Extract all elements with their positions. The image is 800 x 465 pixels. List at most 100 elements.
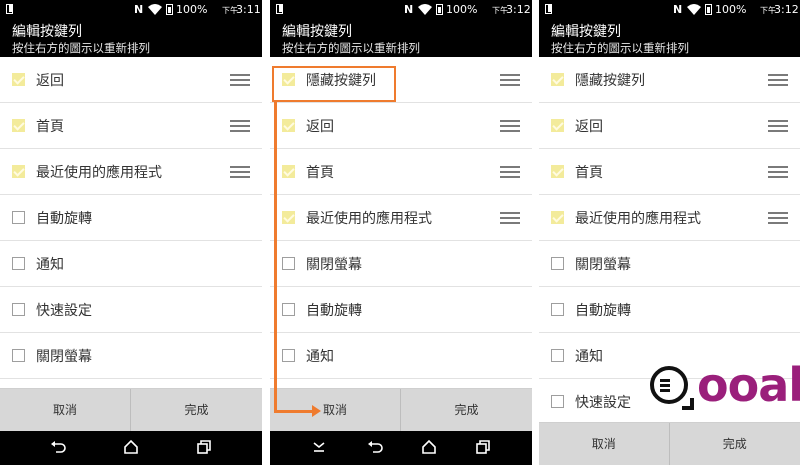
hide-navbar-icon[interactable]	[311, 439, 327, 455]
drag-handle-icon[interactable]	[768, 74, 788, 86]
drag-handle-icon[interactable]	[230, 166, 250, 178]
recents-icon[interactable]	[196, 439, 212, 455]
screen-panel-1: N 100% 下午 3:11 編輯按鍵列 按住右方的圖示以重新排列 返回首頁最近…	[0, 0, 262, 465]
list-item[interactable]: 返回	[270, 103, 532, 149]
list-item[interactable]: 最近使用的應用程式	[539, 195, 800, 241]
checkbox[interactable]	[282, 119, 295, 132]
back-icon[interactable]	[50, 439, 66, 455]
done-button[interactable]: 完成	[670, 423, 800, 465]
list-item[interactable]: 關閉螢幕	[539, 241, 800, 287]
page-subtitle: 按住右方的圖示以重新排列	[12, 41, 150, 55]
drag-handle-icon[interactable]	[500, 74, 520, 86]
drag-handle-icon[interactable]	[500, 120, 520, 132]
list-item[interactable]: 首頁	[270, 149, 532, 195]
list-item[interactable]: 最近使用的應用程式	[270, 195, 532, 241]
page-subtitle: 按住右方的圖示以重新排列	[551, 41, 689, 55]
status-bar: N 100% 下午 3:12	[270, 0, 532, 20]
done-button[interactable]: 完成	[401, 389, 532, 431]
checkbox[interactable]	[551, 73, 564, 86]
list-item[interactable]: 關閉螢幕	[270, 241, 532, 287]
checkbox[interactable]	[551, 211, 564, 224]
cancel-button[interactable]: 取消	[539, 423, 670, 465]
list-item-label: 隱藏按鍵列	[575, 73, 645, 89]
checkbox[interactable]	[551, 303, 564, 316]
battery-percent: 100%	[176, 3, 208, 16]
drag-handle-icon[interactable]	[768, 212, 788, 224]
done-button[interactable]: 完成	[131, 389, 262, 431]
page-title: 編輯按鍵列	[282, 24, 352, 40]
list-item-label: 通知	[36, 257, 64, 273]
sim-icon	[6, 4, 13, 14]
list-item[interactable]: 最近使用的應用程式	[0, 149, 262, 195]
checkbox[interactable]	[551, 349, 564, 362]
drag-handle-icon[interactable]	[768, 166, 788, 178]
list-item[interactable]: 返回	[539, 103, 800, 149]
checkbox[interactable]	[282, 303, 295, 316]
home-icon[interactable]	[123, 439, 139, 455]
list-item-label: 關閉螢幕	[36, 349, 92, 365]
checkbox[interactable]	[12, 349, 25, 362]
list-item-label: 返回	[575, 119, 603, 135]
list-item[interactable]: 關閉螢幕	[0, 333, 262, 379]
drag-handle-icon[interactable]	[500, 166, 520, 178]
list-item-label: 通知	[306, 349, 334, 365]
list-item[interactable]: 自動旋轉	[270, 287, 532, 333]
panel-divider	[262, 0, 270, 465]
checkbox[interactable]	[12, 119, 25, 132]
list-item-label: 首頁	[36, 119, 64, 135]
list-item[interactable]: 返回	[0, 57, 262, 103]
checkbox[interactable]	[282, 211, 295, 224]
list-item[interactable]: 自動旋轉	[539, 287, 800, 333]
checkbox[interactable]	[12, 303, 25, 316]
list-item[interactable]: 自動旋轉	[0, 195, 262, 241]
action-bar: 取消 完成	[539, 422, 800, 465]
checkbox[interactable]	[551, 257, 564, 270]
action-bar: 取消 完成	[0, 388, 262, 431]
list-item-label: 返回	[306, 119, 334, 135]
annotation-arrow-line	[274, 101, 277, 412]
list-item-label: 通知	[575, 349, 603, 365]
checkbox[interactable]	[282, 257, 295, 270]
checkbox[interactable]	[551, 395, 564, 408]
cancel-button[interactable]: 取消	[0, 389, 131, 431]
navigation-bar	[270, 431, 532, 465]
recents-icon[interactable]	[475, 439, 491, 455]
checkbox[interactable]	[12, 165, 25, 178]
drag-handle-icon[interactable]	[768, 120, 788, 132]
page-title: 編輯按鍵列	[12, 24, 82, 40]
status-bar: N 100% 下午 3:11	[0, 0, 262, 20]
clock: 3:11	[236, 3, 261, 16]
list-item[interactable]: 首頁	[0, 103, 262, 149]
navbar-button-list: 返回首頁最近使用的應用程式自動旋轉通知快速設定關閉螢幕	[0, 57, 262, 379]
list-item[interactable]: 通知	[270, 333, 532, 379]
list-item[interactable]: 首頁	[539, 149, 800, 195]
checkbox[interactable]	[12, 257, 25, 270]
list-item[interactable]: 隱藏按鍵列	[539, 57, 800, 103]
nfc-icon: N	[673, 3, 683, 16]
list-item-label: 自動旋轉	[36, 211, 92, 227]
checkbox[interactable]	[551, 165, 564, 178]
home-icon[interactable]	[421, 439, 437, 455]
checkbox[interactable]	[12, 73, 25, 86]
list-item-label: 首頁	[306, 165, 334, 181]
list-item-label: 自動旋轉	[306, 303, 362, 319]
drag-handle-icon[interactable]	[500, 212, 520, 224]
wifi-icon	[148, 4, 162, 15]
battery-percent: 100%	[715, 3, 747, 16]
list-item-label: 快速設定	[575, 395, 631, 411]
drag-handle-icon[interactable]	[230, 74, 250, 86]
checkbox[interactable]	[282, 349, 295, 362]
checkbox[interactable]	[12, 211, 25, 224]
watermark-logo-tail	[682, 398, 694, 410]
sim-icon	[276, 4, 283, 14]
checkbox[interactable]	[551, 119, 564, 132]
page-subtitle: 按住右方的圖示以重新排列	[282, 41, 420, 55]
back-icon[interactable]	[367, 439, 383, 455]
checkbox[interactable]	[282, 165, 295, 178]
list-item-label: 最近使用的應用程式	[575, 211, 701, 227]
list-item[interactable]: 通知	[0, 241, 262, 287]
clock: 3:12	[506, 3, 531, 16]
list-item[interactable]: 快速設定	[0, 287, 262, 333]
battery-icon	[166, 4, 173, 15]
drag-handle-icon[interactable]	[230, 120, 250, 132]
